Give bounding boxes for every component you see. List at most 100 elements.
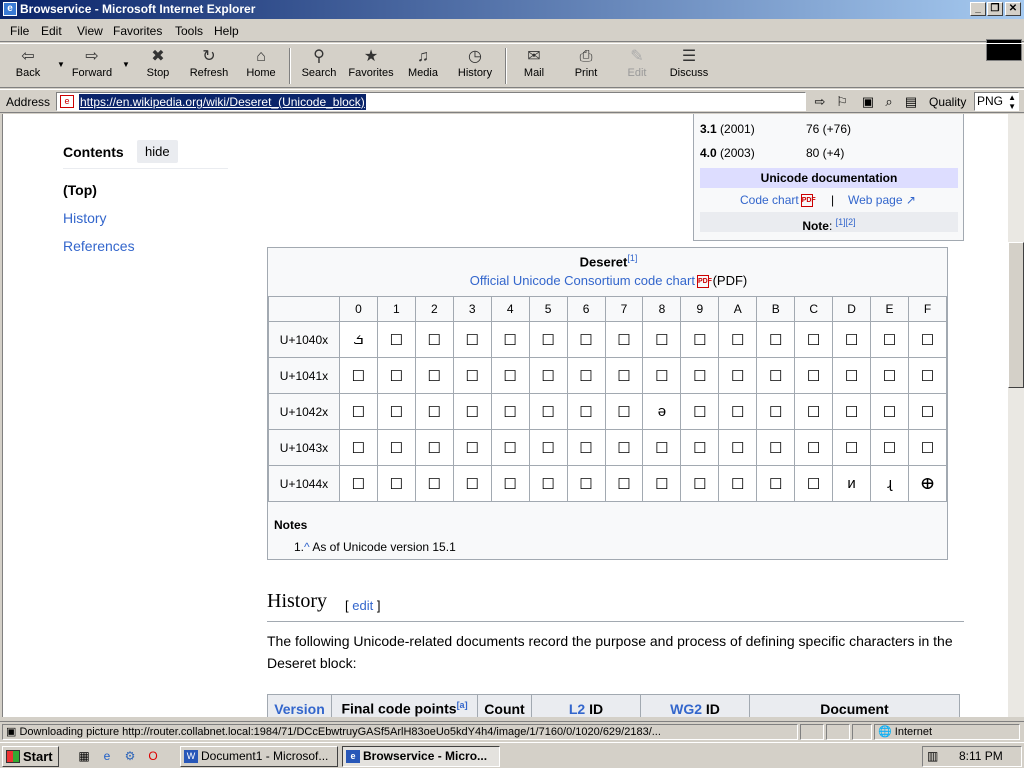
menu-view[interactable]: View [77,24,103,38]
code-point-cell[interactable]: ☐ [832,321,872,358]
code-point-cell[interactable]: ☐ [908,321,947,358]
network-icon[interactable]: ⚙ [122,748,138,764]
code-point-cell[interactable]: ☐ [870,321,909,358]
code-point-cell[interactable]: ☐ [604,357,644,394]
code-point-cell[interactable]: ☐ [566,321,606,358]
code-point-cell[interactable]: ☐ [794,321,834,358]
code-point-cell[interactable]: ☐ [376,465,416,502]
code-point-cell[interactable]: ☐ [794,357,834,394]
go-arrow-icon[interactable]: ⇨ [811,93,829,110]
code-point-cell[interactable]: ☐ [756,321,796,358]
code-point-cell[interactable]: ə [642,393,682,430]
discuss-button[interactable]: ☰ Discuss [666,46,712,86]
show-desktop-icon[interactable]: ▦ [76,748,92,764]
code-point-cell[interactable]: ☐ [680,393,720,430]
code-point-cell[interactable]: ☐ [452,357,492,394]
code-point-cell[interactable]: ☐ [718,465,758,502]
code-point-cell[interactable]: ☐ [832,357,872,394]
code-point-cell[interactable]: ☐ [680,465,720,502]
code-point-cell[interactable]: ☐ [528,429,568,466]
maximize-button[interactable]: ❐ [987,2,1003,16]
code-point-cell[interactable]: ☐ [452,321,492,358]
note-refs[interactable]: [1][2] [836,217,856,227]
code-point-cell[interactable]: ☐ [566,465,606,502]
code-point-cell[interactable]: ☐ [566,393,606,430]
code-point-cell[interactable]: ☐ [414,321,454,358]
code-point-cell[interactable]: ☐ [832,393,872,430]
forward-button[interactable]: ⇨ Forward [68,46,116,86]
find-icon[interactable]: ⌕ [880,93,898,110]
toc-item-history[interactable]: History [63,210,107,226]
menu-help[interactable]: Help [214,24,239,38]
code-point-cell[interactable]: ☐ [680,321,720,358]
ie-quicklaunch-icon[interactable]: e [99,748,115,764]
code-point-cell[interactable]: ☐ [452,393,492,430]
code-point-cell[interactable]: ☐ [338,465,378,502]
task-browservice[interactable]: e Browservice - Micro... [342,746,500,767]
zoom-icon[interactable]: ▣ [859,93,877,110]
code-point-cell[interactable]: ☐ [338,357,378,394]
code-point-cell[interactable]: ☐ [832,429,872,466]
code-point-cell[interactable]: ☐ [718,321,758,358]
code-point-cell[interactable]: ☐ [490,429,530,466]
minimize-button[interactable]: _ [970,2,986,16]
code-point-cell[interactable]: ☐ [452,465,492,502]
code-point-cell[interactable]: ☐ [718,357,758,394]
code-point-cell[interactable]: ☐ [414,429,454,466]
stop-button[interactable]: ✖ Stop [140,46,176,86]
opera-icon[interactable]: O [145,748,161,764]
code-point-cell[interactable]: ☐ [566,357,606,394]
code-point-cell[interactable]: ☐ [452,429,492,466]
mail-button[interactable]: ✉ Mail [516,46,552,86]
start-button[interactable]: Start [2,746,59,767]
code-point-cell[interactable]: ☐ [870,393,909,430]
clock[interactable]: 8:11 PM [959,747,1003,766]
history-edit-link[interactable]: [ edit ] [345,598,380,613]
code-point-cell[interactable]: ☐ [794,429,834,466]
code-point-cell[interactable]: ☐ [870,357,909,394]
code-point-cell[interactable]: ☐ [756,465,796,502]
code-point-cell[interactable]: ☐ [794,393,834,430]
code-point-cell[interactable]: ☐ [642,321,682,358]
menu-tools[interactable]: Tools [175,24,203,38]
code-point-cell[interactable]: ☐ [908,393,947,430]
code-point-cell[interactable]: ☐ [528,321,568,358]
code-point-cell[interactable]: ☐ [870,429,909,466]
code-point-cell[interactable]: ⴲ [908,465,947,502]
code-point-cell[interactable]: ☐ [414,357,454,394]
search-button[interactable]: ⚲ Search [298,46,340,86]
consortium-chart-link[interactable]: Official Unicode Consortium code chart [470,273,695,288]
menu-file[interactable]: File [10,24,29,38]
code-point-cell[interactable]: ☐ [756,429,796,466]
media-button[interactable]: ♫ Media [404,46,442,86]
home-button[interactable]: ⌂ Home [242,46,280,86]
code-point-cell[interactable]: ܭ [338,321,378,358]
code-point-cell[interactable]: ☐ [376,429,416,466]
refresh-button[interactable]: ↻ Refresh [186,46,232,86]
code-point-cell[interactable]: ☐ [414,465,454,502]
code-point-cell[interactable]: ☐ [490,357,530,394]
menu-edit[interactable]: Edit [41,24,62,38]
code-point-cell[interactable]: ☐ [490,393,530,430]
code-point-cell[interactable]: ☐ [376,321,416,358]
close-button[interactable]: ✕ [1005,2,1021,16]
code-point-cell[interactable]: ☐ [414,393,454,430]
code-point-cell[interactable]: ɻ [870,465,909,502]
clipboard-icon[interactable]: ▤ [902,93,920,110]
code-point-cell[interactable]: ☐ [566,429,606,466]
code-point-cell[interactable]: ☐ [642,465,682,502]
vertical-scrollbar[interactable] [1008,114,1024,717]
code-point-cell[interactable]: ☐ [794,465,834,502]
toc-hide-button[interactable]: hide [137,140,178,163]
chart-title-ref[interactable]: [1] [627,253,637,263]
code-point-cell[interactable]: ☐ [490,321,530,358]
forward-dropdown-icon[interactable]: ▼ [122,60,130,69]
favorites-button[interactable]: ★ Favorites [345,46,397,86]
code-point-cell[interactable]: ☐ [908,429,947,466]
code-point-cell[interactable]: ☐ [490,465,530,502]
col-version[interactable]: Version [267,694,332,717]
menu-favorites[interactable]: Favorites [113,24,162,38]
address-input[interactable]: e https://en.wikipedia.org/wiki/Deseret_… [56,92,806,111]
code-point-cell[interactable]: ☐ [528,393,568,430]
web-page-link[interactable]: Web page ↗ [848,193,916,207]
